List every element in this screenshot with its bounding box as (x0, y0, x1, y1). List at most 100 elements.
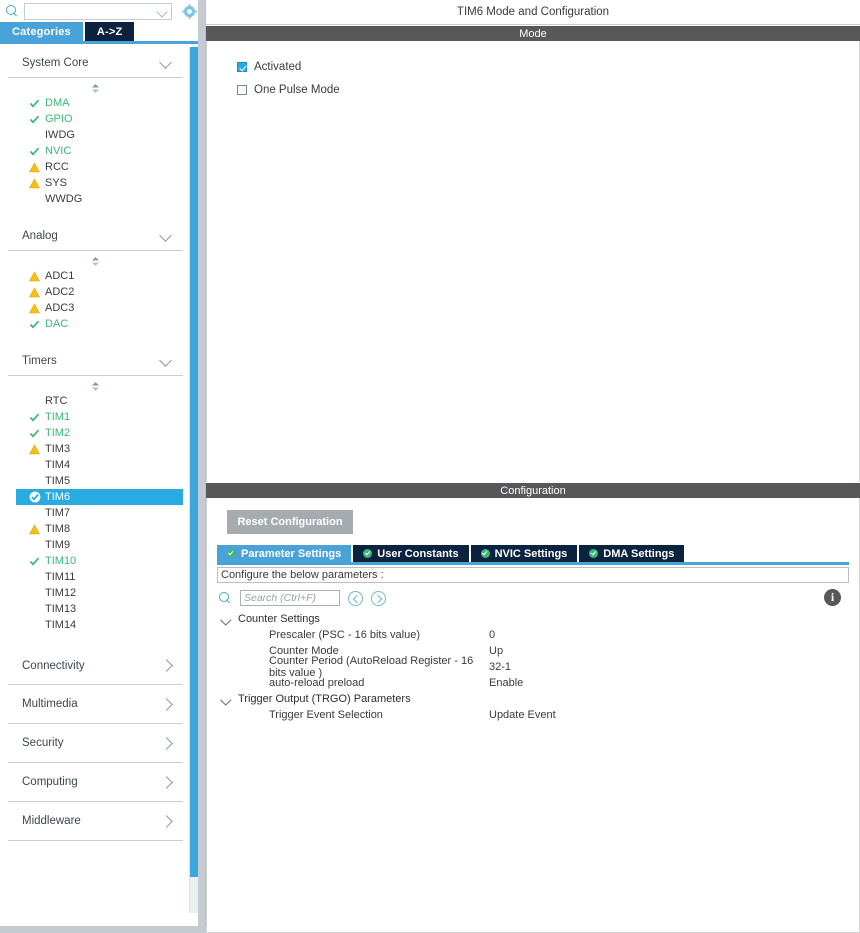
ip-search-combobox[interactable] (24, 2, 172, 20)
check-circle-icon (589, 549, 599, 558)
ip-item-adc1[interactable]: ADC1 (8, 268, 183, 284)
ip-item-dac[interactable]: DAC (8, 316, 183, 332)
chevron-left-circle-icon[interactable] (348, 590, 363, 606)
ip-item-tim12[interactable]: TIM12 (8, 585, 183, 601)
category-header-multimedia[interactable]: Multimedia (8, 685, 183, 724)
configuration-section-body: Reset Configuration Parameter Settings U… (206, 498, 860, 933)
category-header-connectivity[interactable]: Connectivity (8, 647, 183, 685)
category-header-system-core[interactable]: System Core (8, 48, 183, 78)
checkbox-one-pulse-mode[interactable] (237, 84, 247, 95)
ip-item-tim2[interactable]: TIM2 (8, 425, 183, 441)
category-computing: Computing (8, 763, 183, 802)
ip-item-label: ADC2 (45, 285, 75, 298)
ip-item-rcc[interactable]: RCC (8, 159, 183, 175)
param-value[interactable]: Update Event (489, 709, 556, 721)
category-multimedia: Multimedia (8, 685, 183, 724)
search-input[interactable]: Search (Ctrl+F) (240, 590, 340, 606)
ip-item-tim9[interactable]: TIM9 (8, 537, 183, 553)
param-value[interactable]: 32-1 (489, 661, 511, 673)
check-icon (28, 411, 41, 424)
ip-item-tim10[interactable]: TIM10 (8, 553, 183, 569)
ip-item-label: TIM6 (45, 490, 71, 503)
check-icon (28, 113, 41, 126)
ip-item-tim4[interactable]: TIM4 (8, 457, 183, 473)
ip-item-sys[interactable]: SYS (8, 175, 183, 191)
tab-user-constants[interactable]: User Constants (353, 545, 469, 562)
ip-item-tim13[interactable]: TIM13 (8, 601, 183, 617)
warning-icon (28, 443, 41, 456)
sidebar-scrollbar-track[interactable] (189, 47, 199, 913)
chevron-right-circle-icon[interactable] (371, 590, 386, 606)
category-label: Connectivity (22, 659, 85, 672)
param-row-trigger-event-selection[interactable]: Trigger Event Selection Update Event (217, 707, 849, 723)
tab-categories[interactable]: Categories (0, 22, 83, 41)
scroll-spinner-icon[interactable] (8, 82, 183, 95)
chevron-right-icon[interactable] (160, 737, 173, 750)
checkbox-activated[interactable] (237, 61, 247, 72)
tab-label: NVIC Settings (494, 547, 568, 560)
param-group-counter-settings[interactable]: Counter Settings (217, 611, 849, 627)
chevron-down-icon[interactable] (160, 354, 173, 367)
chevron-down-icon[interactable] (160, 229, 173, 242)
configuration-section-bar: Configuration (206, 482, 860, 498)
mode-section-bar: Mode (206, 25, 860, 41)
chevron-down-icon[interactable] (157, 6, 168, 17)
ip-item-tim5[interactable]: TIM5 (8, 473, 183, 489)
category-header-security[interactable]: Security (8, 724, 183, 763)
chevron-right-icon[interactable] (160, 698, 173, 711)
chevron-right-icon[interactable] (160, 776, 173, 789)
ip-item-iwdg[interactable]: IWDG (8, 127, 183, 143)
param-value[interactable]: Up (489, 645, 503, 657)
ip-item-tim11[interactable]: TIM11 (8, 569, 183, 585)
category-header-analog[interactable]: Analog (8, 221, 183, 251)
chevron-down-icon[interactable] (221, 614, 232, 625)
param-name: Counter Period (AutoReload Register - 16… (269, 655, 474, 679)
ip-item-rtc[interactable]: RTC (8, 393, 183, 409)
category-header-timers[interactable]: Timers (8, 346, 183, 376)
tab-parameter-settings[interactable]: Parameter Settings (217, 545, 352, 562)
category-header-computing[interactable]: Computing (8, 763, 183, 802)
warning-icon (28, 302, 41, 315)
status-none-icon (28, 129, 41, 142)
reset-configuration-button[interactable]: Reset Configuration (227, 510, 353, 534)
tab-label: DMA Settings (603, 547, 675, 560)
chevron-down-icon[interactable] (221, 694, 232, 705)
scroll-spinner-icon[interactable] (8, 255, 183, 268)
scroll-spinner-icon[interactable] (8, 380, 183, 393)
ip-item-wwdg[interactable]: WWDG (8, 191, 183, 207)
param-row-prescaler[interactable]: Prescaler (PSC - 16 bits value) 0 (217, 627, 849, 643)
ip-item-tim7[interactable]: TIM7 (8, 505, 183, 521)
ip-item-dma[interactable]: DMA (8, 95, 183, 111)
status-none-icon (28, 395, 41, 408)
tab-nvic-settings[interactable]: NVIC Settings (470, 545, 578, 562)
ip-item-gpio[interactable]: GPIO (8, 111, 183, 127)
ip-item-tim6[interactable]: TIM6 (16, 489, 183, 505)
category-header-middleware[interactable]: Middleware (8, 802, 183, 841)
param-row-counter-period[interactable]: Counter Period (AutoReload Register - 16… (217, 655, 849, 679)
ip-item-tim1[interactable]: TIM1 (8, 409, 183, 425)
chevron-right-icon[interactable] (160, 659, 173, 672)
activated-checkbox-row[interactable]: Activated (237, 55, 859, 78)
tab-dma-settings[interactable]: DMA Settings (579, 545, 685, 562)
ip-item-label: TIM3 (45, 442, 71, 455)
chevron-right-icon[interactable] (160, 815, 173, 828)
param-value[interactable]: Enable (489, 677, 523, 689)
param-value[interactable]: 0 (489, 629, 495, 641)
search-icon (219, 591, 232, 605)
ip-item-adc3[interactable]: ADC3 (8, 300, 183, 316)
info-icon[interactable]: i (824, 589, 841, 606)
one-pulse-mode-checkbox-row[interactable]: One Pulse Mode (237, 78, 859, 101)
param-row-auto-reload-preload[interactable]: auto-reload preload Enable (217, 675, 849, 691)
ip-item-tim8[interactable]: TIM8 (8, 521, 183, 537)
ip-item-adc2[interactable]: ADC2 (8, 284, 183, 300)
gear-icon[interactable] (179, 1, 199, 21)
check-icon (28, 555, 41, 568)
parameter-tree: Counter Settings Prescaler (PSC - 16 bit… (217, 611, 849, 723)
chevron-down-icon[interactable] (160, 56, 173, 69)
ip-item-nvic[interactable]: NVIC (8, 143, 183, 159)
tab-a-to-z[interactable]: A->Z (84, 22, 135, 41)
ip-item-tim3[interactable]: TIM3 (8, 441, 183, 457)
category-body-system-core: DMA GPIO IWDG NVIC RCC SYS WWDG (8, 78, 183, 221)
param-group-trigger-output[interactable]: Trigger Output (TRGO) Parameters (217, 691, 849, 707)
ip-item-tim14[interactable]: TIM14 (8, 617, 183, 633)
